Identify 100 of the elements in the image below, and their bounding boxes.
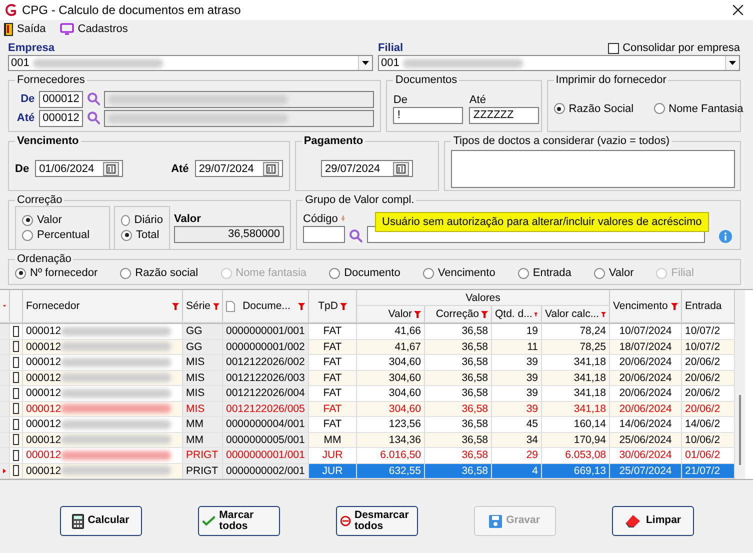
row-indicator-cell[interactable] bbox=[0, 324, 10, 340]
radio-button[interactable] bbox=[120, 268, 132, 278]
branch-dropdown[interactable]: 001 bbox=[378, 55, 740, 71]
action-button[interactable]: Limpar bbox=[612, 506, 694, 536]
table-cell: PRIGT bbox=[183, 448, 223, 464]
row-indicator-cell[interactable] bbox=[0, 432, 10, 448]
prohibited-icon bbox=[340, 513, 350, 529]
column-header[interactable]: Docume... bbox=[223, 290, 309, 323]
date-field[interactable]: 29/07/2024 bbox=[321, 160, 414, 177]
column-header[interactable]: Vencimento bbox=[610, 290, 682, 323]
action-button[interactable]: Calcular bbox=[60, 506, 142, 536]
row-checkbox[interactable] bbox=[13, 403, 19, 414]
row-checkbox[interactable] bbox=[13, 388, 19, 399]
calendar-icon[interactable] bbox=[393, 162, 410, 176]
radio-button[interactable] bbox=[329, 268, 340, 278]
calendar-icon[interactable] bbox=[262, 162, 279, 176]
radio-button[interactable] bbox=[22, 230, 33, 240]
menu-item[interactable]: Cadastros bbox=[60, 23, 128, 35]
document-field[interactable]: ZZZZZZ bbox=[469, 106, 540, 124]
row-checkbox[interactable] bbox=[13, 326, 19, 337]
filter-icon[interactable] bbox=[298, 302, 305, 310]
document-field[interactable]: ! bbox=[393, 106, 464, 124]
row-checkbox[interactable] bbox=[13, 450, 19, 461]
column-header[interactable]: Correção bbox=[425, 306, 492, 323]
row-indicator-cell[interactable] bbox=[0, 355, 10, 370]
filter-icon[interactable] bbox=[212, 302, 219, 310]
field-label: Até bbox=[171, 162, 189, 174]
column-header[interactable]: Valor bbox=[357, 306, 425, 323]
menu-item[interactable]: Saída bbox=[4, 22, 46, 36]
column-header[interactable]: Série bbox=[183, 290, 223, 323]
row-checkbox[interactable] bbox=[13, 418, 19, 430]
table-cell: MIS bbox=[183, 355, 223, 370]
checkmark-icon bbox=[202, 515, 216, 527]
supplier-code-field[interactable]: 000012 bbox=[38, 110, 83, 126]
filter-icon[interactable] bbox=[671, 302, 678, 310]
radio-button[interactable] bbox=[554, 103, 565, 114]
column-header[interactable]: Qtd. d... bbox=[492, 306, 542, 323]
search-icon[interactable] bbox=[86, 111, 100, 125]
radio-button[interactable] bbox=[422, 268, 434, 278]
row-indicator-cell[interactable] bbox=[0, 340, 10, 355]
group-title: Correção bbox=[16, 194, 64, 206]
action-button[interactable]: Marcar todos bbox=[198, 506, 280, 536]
table-cell: 0012122026/003 bbox=[223, 370, 309, 386]
radio-label: Total bbox=[136, 229, 160, 241]
row-checkbox[interactable] bbox=[13, 465, 19, 476]
checkbox[interactable] bbox=[608, 42, 619, 54]
radio-label: Nome Fantasia bbox=[668, 102, 744, 114]
supplier-code-field[interactable]: 000012 bbox=[38, 90, 83, 108]
radio-button[interactable] bbox=[15, 268, 26, 278]
window-title: CPG - Calculo de documentos em atraso bbox=[22, 3, 242, 17]
row-indicator-cell[interactable] bbox=[0, 386, 10, 402]
radio-button[interactable] bbox=[121, 230, 132, 240]
filter-icon[interactable] bbox=[481, 310, 488, 318]
scrollbar[interactable] bbox=[735, 290, 745, 479]
radio-label: Nome fantasia bbox=[236, 267, 307, 279]
filter-icon[interactable] bbox=[534, 310, 538, 318]
radio-button[interactable] bbox=[518, 268, 529, 278]
radio-label: Documento bbox=[344, 267, 400, 279]
column-header[interactable]: TpD bbox=[309, 290, 357, 323]
table-cell: 21/07/2 bbox=[682, 464, 735, 479]
action-button[interactable]: Desmarcar todos bbox=[336, 506, 418, 536]
calendar-icon[interactable] bbox=[103, 162, 120, 176]
search-icon[interactable] bbox=[349, 228, 363, 242]
info-icon[interactable] bbox=[719, 230, 732, 242]
group-title: Documentos bbox=[394, 74, 458, 86]
field-label: De bbox=[393, 94, 408, 106]
company-dropdown[interactable]: 001 bbox=[8, 55, 373, 71]
radio-button[interactable] bbox=[22, 214, 33, 226]
sort-arrow-icon bbox=[340, 215, 345, 222]
row-checkbox[interactable] bbox=[13, 372, 19, 384]
row-checkbox[interactable] bbox=[13, 434, 19, 446]
radio-button[interactable] bbox=[121, 214, 130, 226]
table-cell: 000012 bbox=[23, 386, 183, 402]
code-field[interactable] bbox=[303, 226, 345, 242]
row-indicator-cell[interactable] bbox=[0, 370, 10, 386]
dropdown-arrow-icon[interactable] bbox=[362, 61, 369, 65]
filter-icon[interactable] bbox=[601, 310, 606, 318]
row-indicator-cell[interactable] bbox=[0, 417, 10, 432]
app-logo-icon bbox=[4, 4, 17, 16]
document-icon bbox=[226, 300, 235, 312]
calculator-icon bbox=[72, 514, 84, 528]
table-cell: 000012 bbox=[23, 464, 183, 479]
date-field[interactable]: 29/07/2024 bbox=[194, 160, 283, 177]
radio-button[interactable] bbox=[594, 268, 605, 278]
filter-icon[interactable] bbox=[172, 302, 179, 310]
row-indicator-cell[interactable] bbox=[0, 448, 10, 464]
document-types-field[interactable] bbox=[451, 150, 736, 188]
row-indicator-cell[interactable] bbox=[0, 402, 10, 417]
radio-button[interactable] bbox=[654, 103, 665, 114]
row-indicator-cell[interactable] bbox=[0, 464, 10, 479]
filter-icon[interactable] bbox=[340, 302, 347, 310]
column-header[interactable]: Fornecedor bbox=[23, 290, 183, 323]
search-icon[interactable] bbox=[86, 92, 100, 106]
column-header[interactable]: Valor calc... bbox=[542, 306, 610, 323]
row-checkbox[interactable] bbox=[13, 341, 19, 352]
dropdown-arrow-icon[interactable] bbox=[729, 61, 736, 65]
row-checkbox[interactable] bbox=[13, 356, 19, 368]
date-field[interactable]: 01/06/2024 bbox=[35, 160, 124, 177]
radio-label: Razão social bbox=[135, 267, 198, 279]
filter-icon[interactable] bbox=[414, 310, 421, 318]
